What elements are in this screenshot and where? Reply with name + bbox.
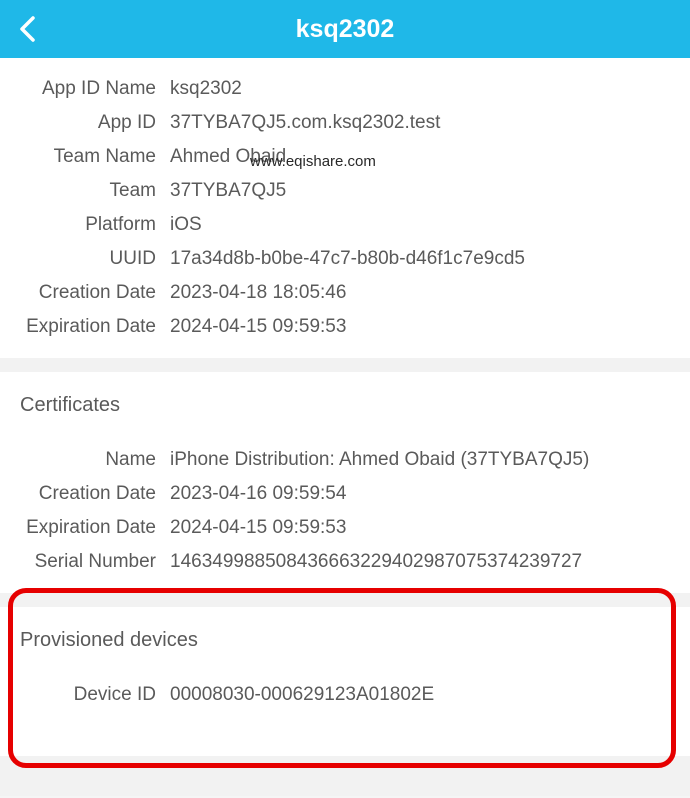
label-team: Team (0, 180, 170, 202)
label-creation-date: Creation Date (0, 282, 170, 304)
chevron-left-icon (18, 15, 36, 43)
value-creation-date: 2023-04-18 18:05:46 (170, 282, 346, 304)
value-device-id: 00008030-000629123A01802E (170, 684, 434, 706)
value-uuid: 17a34d8b-b0be-47c7-b80b-d46f1c7e9cd5 (170, 248, 525, 270)
label-app-id: App ID (0, 112, 170, 134)
watermark: www.eqishare.com (250, 153, 376, 170)
value-platform: iOS (170, 214, 202, 236)
provisioned-devices-section: Provisioned devices Device ID 00008030-0… (0, 607, 690, 756)
value-cert-serial: 146349988508436663229402987075374239727 (170, 551, 582, 573)
label-cert-serial: Serial Number (0, 551, 170, 573)
value-team: 37TYBA7QJ5 (170, 180, 286, 202)
value-expiration-date: 2024-04-15 09:59:53 (170, 316, 346, 338)
value-cert-creation: 2023-04-16 09:59:54 (170, 483, 346, 505)
row-device-id: Device ID 00008030-000629123A01802E (0, 678, 672, 712)
label-cert-name: Name (0, 449, 170, 471)
label-uuid: UUID (0, 248, 170, 270)
row-creation-date: Creation Date 2023-04-18 18:05:46 (0, 276, 672, 310)
row-expiration-date: Expiration Date 2024-04-15 09:59:53 (0, 310, 672, 344)
value-app-id-name: ksq2302 (170, 78, 242, 100)
label-cert-creation: Creation Date (0, 483, 170, 505)
label-team-name: Team Name (0, 146, 170, 168)
row-cert-name: Name iPhone Distribution: Ahmed Obaid (3… (0, 443, 672, 477)
label-cert-expiration: Expiration Date (0, 517, 170, 539)
value-cert-expiration: 2024-04-15 09:59:53 (170, 517, 346, 539)
value-cert-name: iPhone Distribution: Ahmed Obaid (37TYBA… (170, 449, 589, 471)
row-cert-serial: Serial Number 14634998850843666322940298… (0, 545, 672, 579)
profile-section: App ID Name ksq2302 App ID 37TYBA7QJ5.co… (0, 58, 690, 358)
row-cert-creation: Creation Date 2023-04-16 09:59:54 (0, 477, 672, 511)
row-team: Team 37TYBA7QJ5 (0, 174, 672, 208)
row-app-id: App ID 37TYBA7QJ5.com.ksq2302.test (0, 106, 672, 140)
row-app-id-name: App ID Name ksq2302 (0, 72, 672, 106)
page-title: ksq2302 (296, 15, 395, 44)
value-app-id: 37TYBA7QJ5.com.ksq2302.test (170, 112, 440, 134)
label-platform: Platform (0, 214, 170, 236)
label-expiration-date: Expiration Date (0, 316, 170, 338)
header: ksq2302 (0, 0, 690, 58)
row-platform: Platform iOS (0, 208, 672, 242)
back-button[interactable] (12, 14, 42, 44)
row-cert-expiration: Expiration Date 2024-04-15 09:59:53 (0, 511, 672, 545)
label-app-id-name: App ID Name (0, 78, 170, 100)
label-device-id: Device ID (0, 684, 170, 706)
row-uuid: UUID 17a34d8b-b0be-47c7-b80b-d46f1c7e9cd… (0, 242, 672, 276)
certificates-title: Certificates (0, 386, 672, 425)
provisioned-devices-title: Provisioned devices (0, 621, 672, 660)
certificates-section: Certificates Name iPhone Distribution: A… (0, 372, 690, 593)
